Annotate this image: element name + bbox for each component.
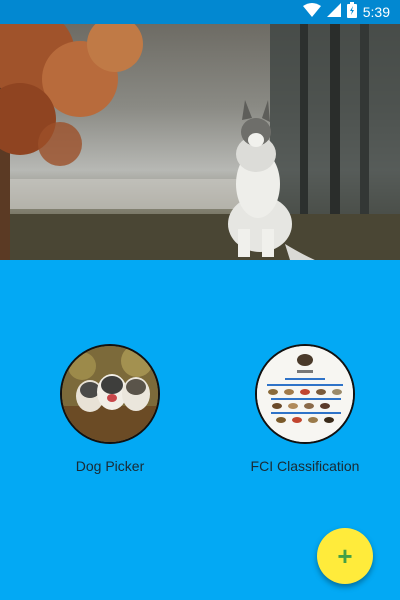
- siberian-husky-photo: [0, 24, 400, 260]
- signal-icon: [326, 2, 341, 22]
- dog-picker-card[interactable]: Dog Picker: [25, 344, 195, 474]
- huskies-photo: [60, 344, 160, 444]
- fci-classification-card[interactable]: FCI Classification: [220, 344, 390, 474]
- fci-classification-label: FCI Classification: [250, 458, 360, 474]
- battery-icon: [346, 1, 357, 23]
- plus-icon: +: [337, 541, 353, 571]
- status-time: 5:39: [362, 4, 390, 20]
- status-icons: 5:39: [302, 1, 390, 23]
- fci-classification-chart: [255, 344, 355, 444]
- dog-picker-label: Dog Picker: [75, 458, 145, 474]
- add-button[interactable]: +: [317, 528, 373, 584]
- header-image: [0, 24, 400, 260]
- wifi-icon: [302, 2, 321, 22]
- status-bar: 5:39: [0, 0, 400, 24]
